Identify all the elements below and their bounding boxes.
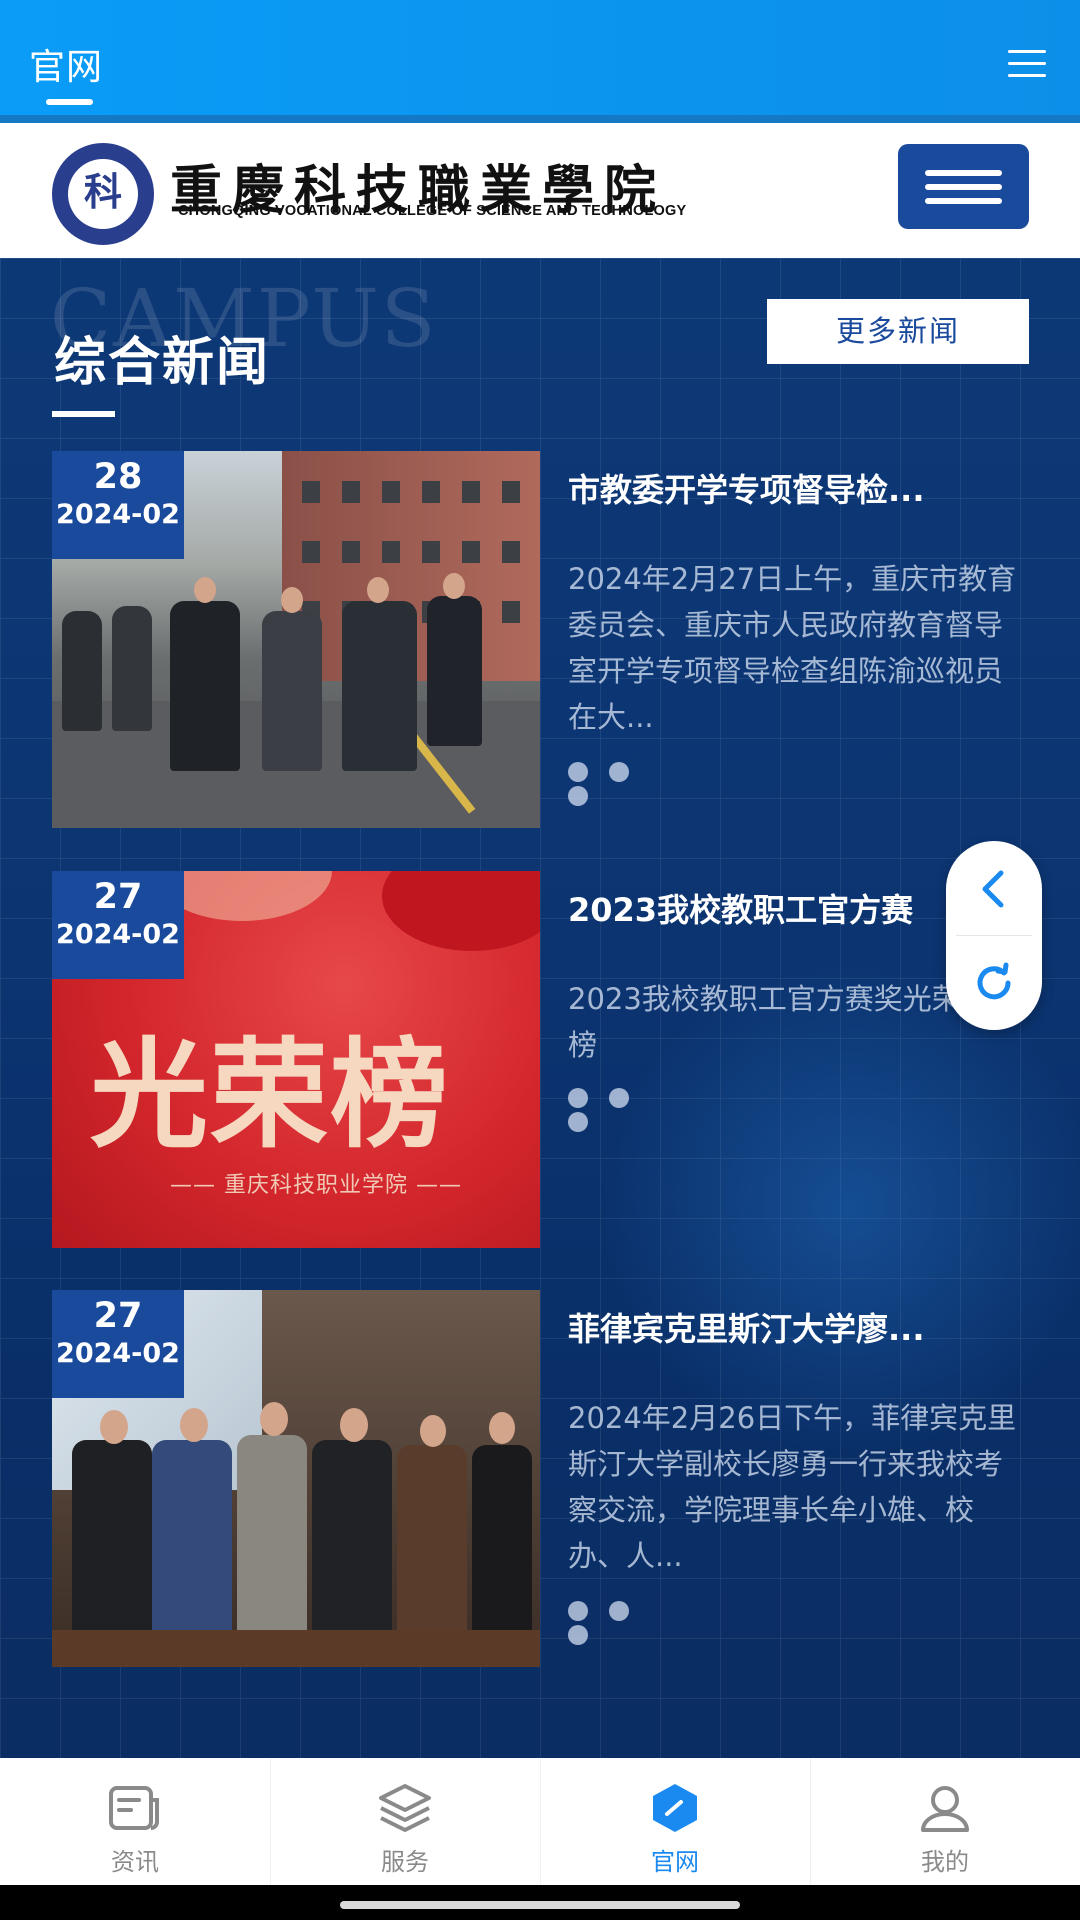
section-title: 综合新闻 — [54, 333, 271, 393]
college-seal-logo: 科 — [52, 143, 154, 245]
active-tab-indicator — [46, 99, 93, 105]
nav-item-website[interactable]: 官网 — [540, 1758, 810, 1885]
back-arrow-icon[interactable] — [968, 863, 1020, 915]
nav-label: 资讯 — [111, 1848, 159, 1876]
photo-person — [427, 596, 482, 746]
nav-label: 服务 — [381, 1848, 429, 1876]
news-summary: 2024年2月26日下午，菲律宾克里斯汀大学副校长廖勇一行来我校考察交流，学院理… — [568, 1401, 1017, 1573]
nav-label: 我的 — [921, 1848, 969, 1876]
photo-person — [152, 1440, 232, 1640]
photo-person — [170, 601, 240, 771]
menu-bar-icon — [925, 170, 1002, 176]
news-summary: 2023我校教职工官方赛奖光荣榜 — [568, 982, 961, 1062]
photo-person — [342, 601, 417, 771]
photo-person — [312, 1440, 392, 1640]
menu-bar-icon — [925, 198, 1002, 204]
more-dots-icon[interactable] — [568, 762, 688, 806]
photo-person — [262, 611, 322, 771]
photo-person — [397, 1445, 467, 1640]
more-dots-icon[interactable] — [568, 1088, 688, 1132]
date-day: 27 — [93, 1296, 143, 1336]
photo-person — [237, 1435, 307, 1640]
system-navigation-bar — [0, 1885, 1080, 1920]
news-section: CAMPUS 综合新闻 更多新闻 28 2024-02 市教委开学专项督导检..… — [0, 258, 1080, 1758]
menu-bar-icon — [925, 184, 1002, 190]
home-indicator[interactable] — [340, 1901, 740, 1909]
app-bar-title[interactable]: 官网 — [29, 38, 103, 90]
date-day: 27 — [93, 877, 143, 917]
news-icon — [109, 1786, 159, 1830]
photo-subcaption: —— 重庆科技职业学院 —— — [170, 1173, 462, 1198]
pill-divider — [956, 935, 1032, 936]
section-title-underline — [52, 411, 115, 417]
more-news-button[interactable]: 更多新闻 — [767, 299, 1029, 364]
date-badge: 27 2024-02 — [52, 871, 184, 979]
photo-table — [52, 1630, 540, 1667]
layers-icon — [379, 1784, 431, 1832]
news-summary: 2024年2月27日上午，重庆市教育委员会、重庆市人民政府教育督导室开学专项督导… — [568, 562, 1017, 734]
date-year-month: 2024-02 — [56, 1338, 180, 1369]
news-title[interactable]: 菲律宾克里斯汀大学廖... — [568, 1304, 1028, 1350]
user-icon — [921, 1786, 969, 1832]
photo-person — [62, 611, 102, 731]
photo-caption: 光荣榜 — [90, 1026, 451, 1164]
date-year-month: 2024-02 — [56, 499, 180, 530]
photo-person — [472, 1445, 532, 1640]
college-header: 科 重慶科技職業學院 CHONGQING VOCATIONAL COLLEGE … — [0, 123, 1080, 258]
news-thumbnail[interactable]: 28 2024-02 — [52, 451, 540, 828]
floating-action-pill — [946, 841, 1042, 1030]
seal-glyph: 科 — [68, 159, 138, 229]
nav-item-news[interactable]: 资讯 — [0, 1758, 270, 1885]
photo-person — [112, 606, 152, 731]
news-item[interactable]: 28 2024-02 市教委开学专项督导检... 2024年2月27日上午，重庆… — [52, 451, 1052, 828]
hamburger-menu-icon[interactable] — [1008, 50, 1046, 80]
bottom-navigation: 资讯 服务 官网 我的 — [0, 1758, 1080, 1885]
date-day: 28 — [93, 457, 143, 497]
date-badge: 27 2024-02 — [52, 1290, 184, 1398]
news-thumbnail[interactable]: 27 2024-02 — [52, 1290, 540, 1667]
photo-person — [72, 1440, 152, 1640]
nav-item-profile[interactable]: 我的 — [810, 1758, 1080, 1885]
website-icon — [653, 1784, 697, 1832]
date-badge: 28 2024-02 — [52, 451, 184, 559]
news-title[interactable]: 2023我校教职工官方赛 — [568, 885, 988, 931]
date-year-month: 2024-02 — [56, 919, 180, 950]
nav-item-services[interactable]: 服务 — [270, 1758, 540, 1885]
app-bar-divider — [0, 115, 1080, 123]
college-name-english: CHONGQING VOCATIONAL COLLEGE OF SCIENCE … — [178, 203, 687, 219]
news-title[interactable]: 市教委开学专项督导检... — [568, 465, 1028, 511]
site-menu-button[interactable] — [898, 144, 1029, 229]
news-item[interactable]: 27 2024-02 菲律宾克里斯汀大学廖... 2024年2月26日下午，菲律… — [52, 1290, 1052, 1667]
refresh-icon[interactable] — [970, 959, 1018, 1007]
top-app-bar: 官网 — [0, 0, 1080, 115]
news-thumbnail[interactable]: 光荣榜 —— 重庆科技职业学院 —— 27 2024-02 — [52, 871, 540, 1248]
nav-label: 官网 — [651, 1848, 699, 1876]
news-item[interactable]: 光荣榜 —— 重庆科技职业学院 —— 27 2024-02 2023我校教职工官… — [52, 871, 1052, 1248]
more-dots-icon[interactable] — [568, 1601, 688, 1645]
